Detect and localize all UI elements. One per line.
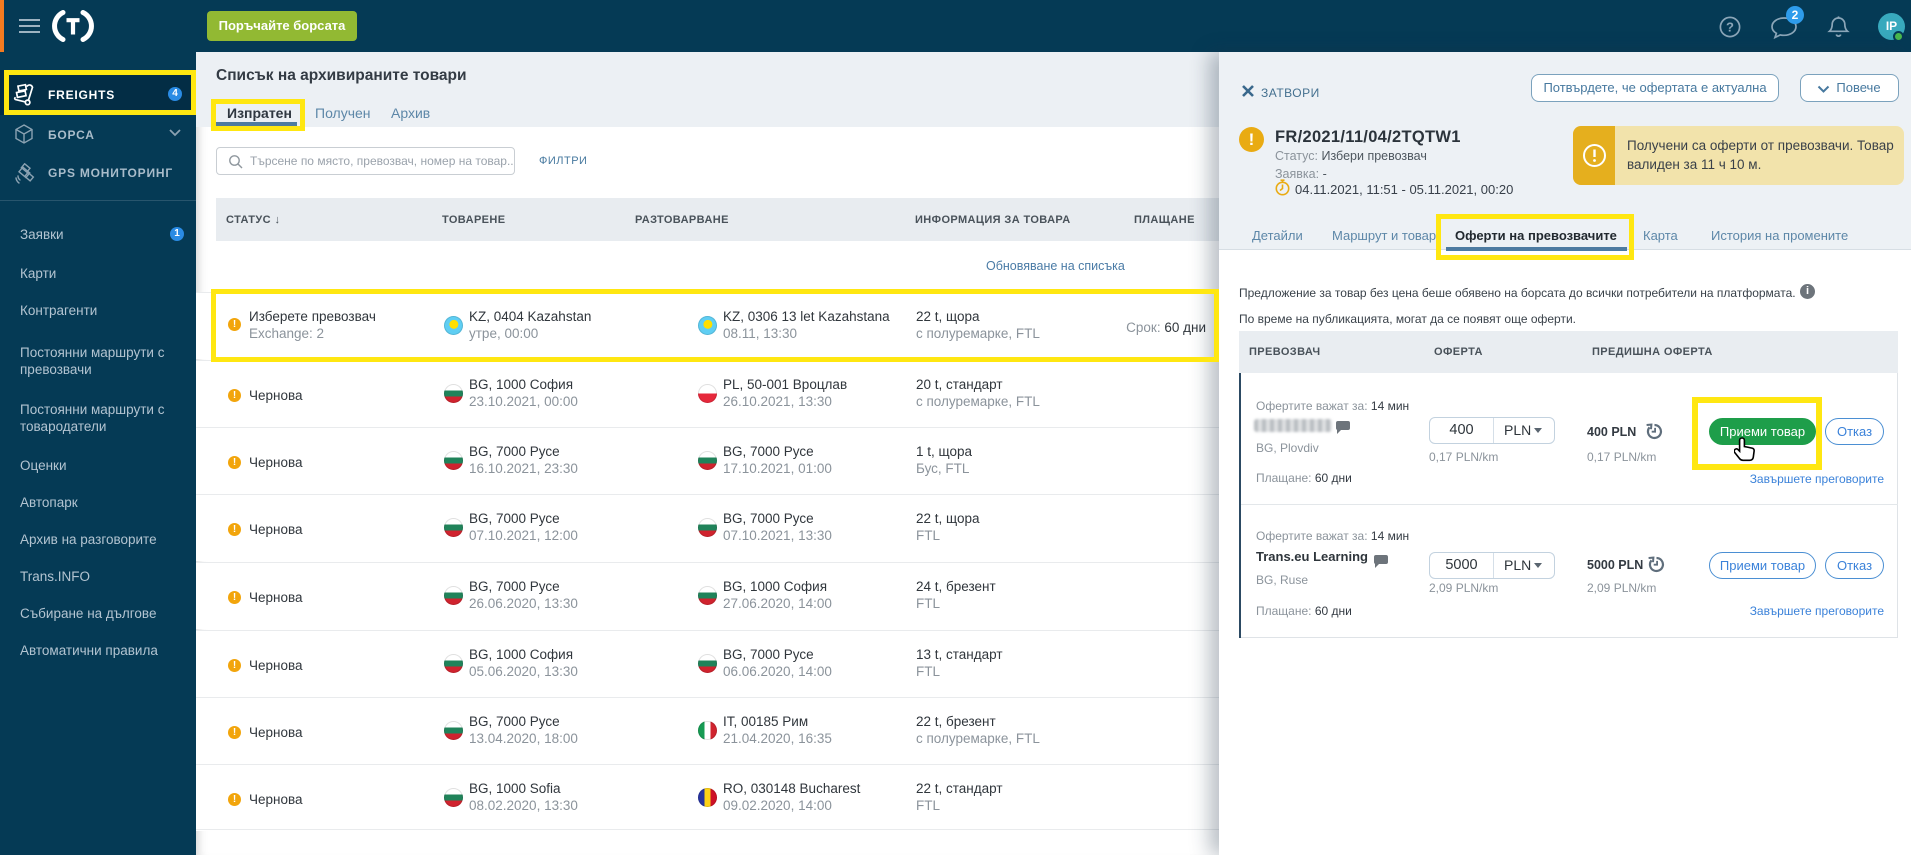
svg-text:?: ? [1726,20,1734,35]
